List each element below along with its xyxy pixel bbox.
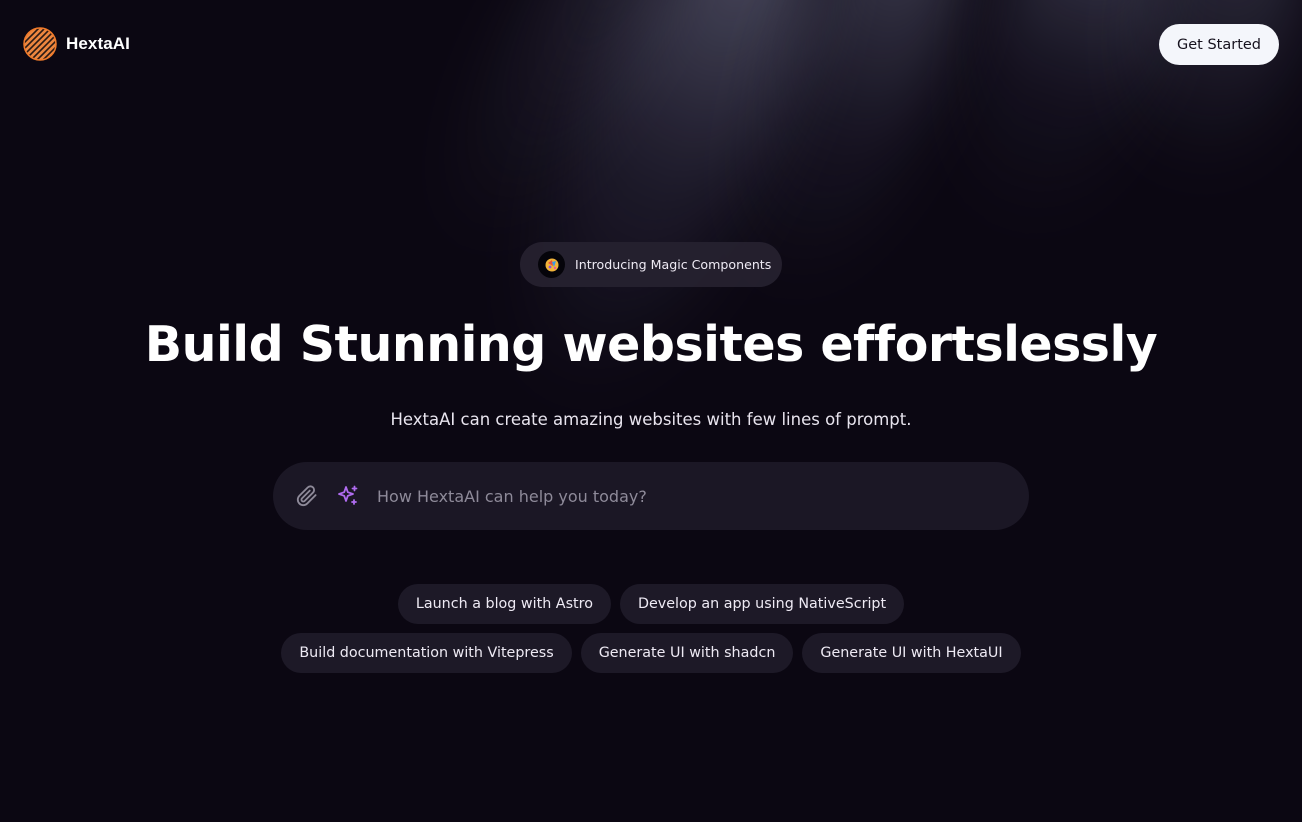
suggestion-chip[interactable]: Launch a blog with Astro bbox=[397, 584, 611, 624]
suggestion-chip[interactable]: Generate UI with HextaUI bbox=[802, 633, 1021, 673]
party-emoji-icon bbox=[538, 251, 565, 278]
hero-title: Build Stunning websites effortslessly bbox=[144, 316, 1158, 373]
light-beam bbox=[932, 0, 1197, 248]
striped-circle-logo-icon bbox=[23, 27, 57, 61]
prompt-input[interactable] bbox=[375, 475, 1029, 517]
brand-logo[interactable]: HextaAI bbox=[23, 27, 130, 61]
suggestion-chip[interactable]: Generate UI with shadcn bbox=[580, 633, 794, 673]
hero-subtitle: HextaAI can create amazing websites with… bbox=[390, 410, 912, 429]
paperclip-icon[interactable] bbox=[295, 484, 319, 508]
prompt-bar bbox=[273, 462, 1029, 530]
brand-name: HextaAI bbox=[66, 34, 131, 53]
sparkles-icon[interactable] bbox=[336, 484, 360, 508]
get-started-button[interactable]: Get Started bbox=[1159, 24, 1279, 65]
landing-page: HextaAI Get Started Introducing Magic Co… bbox=[0, 0, 1302, 822]
announcement-text: Introducing Magic Components bbox=[575, 257, 772, 272]
suggestion-chip[interactable]: Build documentation with Vitepress bbox=[281, 633, 572, 673]
suggestion-row: Build documentation with Vitepress Gener… bbox=[0, 633, 1302, 673]
light-beam bbox=[408, 0, 722, 274]
announcement-pill[interactable]: Introducing Magic Components bbox=[520, 242, 782, 287]
suggestion-chip[interactable]: Develop an app using NativeScript bbox=[619, 584, 905, 624]
suggestion-row: Launch a blog with Astro Develop an app … bbox=[0, 584, 1302, 624]
